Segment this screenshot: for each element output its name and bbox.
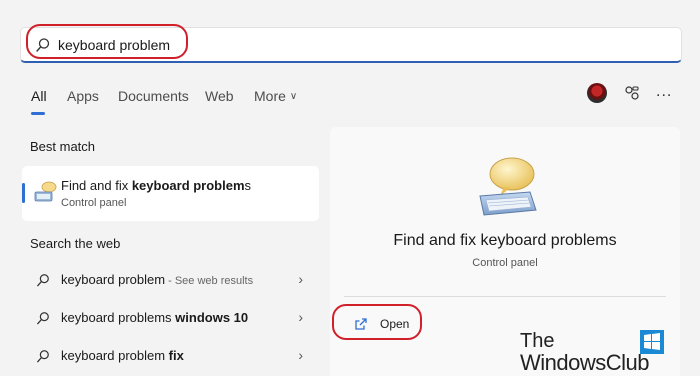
tab-all[interactable]: All <box>31 88 47 104</box>
tab-web[interactable]: Web <box>205 88 234 104</box>
more-options-button[interactable]: ... <box>656 83 672 101</box>
best-match-heading: Best match <box>30 139 96 154</box>
tab-more[interactable]: More ∨ <box>254 88 297 104</box>
chevron-down-icon: ∨ <box>289 91 298 102</box>
tab-apps[interactable]: Apps <box>67 88 99 104</box>
watermark: The WindowsClub <box>520 330 690 376</box>
web-result-bold: windows 10 <box>175 310 249 325</box>
divider <box>344 296 666 297</box>
best-match-subtitle: Control panel <box>61 197 127 209</box>
best-match-title: Find and fix keyboard problems <box>61 178 251 193</box>
tab-more-label: More <box>254 88 286 104</box>
web-result-bold: fix <box>168 348 184 363</box>
detail-subtitle: Control panel <box>472 257 538 269</box>
web-result-text: keyboard problems windows 10 <box>61 310 248 325</box>
web-result-query: keyboard problem <box>61 348 169 363</box>
web-result-item[interactable]: keyboard problem fix › <box>22 338 319 374</box>
web-result-text: keyboard problem - See web results <box>61 272 253 287</box>
keyboard-troubleshoot-icon <box>34 181 57 202</box>
chevron-right-icon[interactable]: › <box>298 271 303 287</box>
selection-indicator <box>22 183 25 203</box>
web-result-text: keyboard problem fix <box>61 348 184 363</box>
watermark-line2: WindowsClub <box>520 350 650 375</box>
web-result-query: keyboard problem <box>61 272 166 287</box>
annotation-circle-open <box>332 304 422 340</box>
web-result-query: keyboard problems <box>61 310 176 325</box>
chevron-right-icon[interactable]: › <box>298 309 303 325</box>
best-match-title-bold: keyboard problem <box>131 178 245 193</box>
chevron-right-icon[interactable]: › <box>298 347 303 363</box>
web-result-item[interactable]: keyboard problem - See web results › <box>22 262 319 298</box>
search-icon <box>37 350 49 363</box>
best-match-title-prefix: Find and fix <box>61 178 132 193</box>
detail-title: Find and fix keyboard problems <box>393 232 617 249</box>
best-match-title-suffix: s <box>244 178 252 193</box>
tab-active-indicator <box>31 112 45 115</box>
tab-documents[interactable]: Documents <box>118 88 189 104</box>
web-result-item[interactable]: keyboard problems windows 10 › <box>22 300 319 336</box>
annotation-circle-search <box>26 24 188 59</box>
share-icon[interactable] <box>624 85 640 101</box>
best-match-item[interactable]: Find and fix keyboard problems Control p… <box>22 166 319 221</box>
windows-logo-icon <box>640 330 664 354</box>
keyboard-troubleshoot-icon <box>479 157 537 216</box>
web-result-hint: - See web results <box>165 275 254 287</box>
search-icon <box>37 312 49 325</box>
search-web-heading: Search the web <box>30 236 121 251</box>
search-icon <box>37 274 49 287</box>
avatar[interactable] <box>587 83 607 103</box>
